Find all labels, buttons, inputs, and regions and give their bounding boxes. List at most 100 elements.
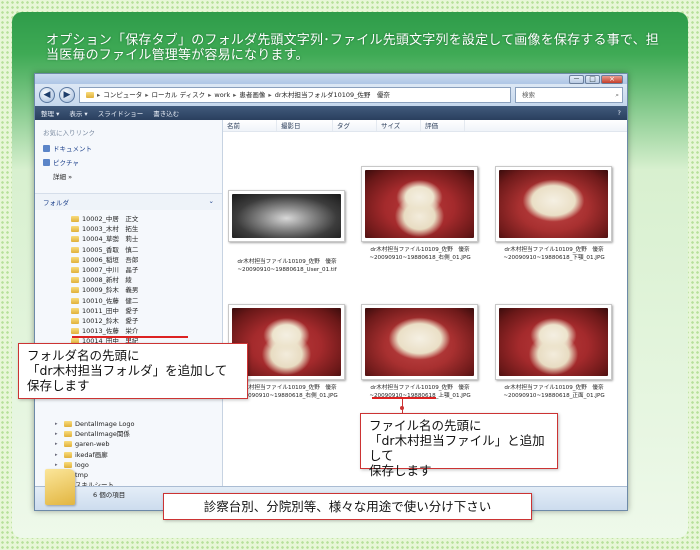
favorite-documents[interactable]: ドキュメント [35,141,222,155]
document-icon [43,144,50,152]
folder-icon [64,441,72,448]
dental-photo [499,308,608,376]
expand-arrow-icon[interactable]: ▸ [55,450,61,460]
folder-icon [71,236,79,243]
column-rating[interactable]: 評価 [421,120,465,131]
breadcrumb-current-folder[interactable]: dr木村担当フォルダ10109_佐野 優奈 [275,88,390,102]
dental-photo [232,308,341,376]
folder-icon [86,92,94,98]
breadcrumb-local-disk[interactable]: ローカル ディスク [152,88,206,102]
folder-icon [71,277,79,284]
favorites-title: お気に入りリンク [43,129,95,137]
folder-icon [64,461,72,468]
tree-folder-item[interactable]: 10010_佐藤 健二 [35,296,222,306]
slideshow-button[interactable]: スライドショー [98,108,144,118]
page-heading: オプション「保存タブ」のフォルダ先頭文字列･ファイル先頭文字列を設定して画像を保… [46,33,659,63]
maximize-button[interactable]: □ [585,75,600,84]
burn-button[interactable]: 書き込む [153,108,179,118]
breadcrumb-work[interactable]: work [214,88,230,102]
navigation-pane: お気に入りリンク ドキュメント ピクチャ 詳細 » フォルダ ⌄ 10002_中居… [35,120,223,486]
close-button[interactable]: × [601,75,623,84]
expand-arrow-icon[interactable]: ▸ [55,419,61,429]
column-date-taken[interactable]: 撮影日 [277,120,333,131]
file-thumbnail[interactable] [361,166,478,242]
folder-icon [71,297,79,304]
tree-folder-label: 10006_稲垣 吾郎 [82,255,139,264]
forward-arrow-icon[interactable]: ▶ [59,87,75,103]
tree-folder-label: DentalImage関係 [75,430,130,439]
breadcrumb-computer[interactable]: コンピュータ [103,88,142,102]
folder-icon [71,328,79,335]
column-headers: 名前 撮影日 タグ サイズ 評価 [223,120,627,132]
back-arrow-icon[interactable]: ◀ [39,87,55,103]
tree-folder-label: 10003_木村 拓生 [82,225,139,234]
column-size[interactable]: サイズ [377,120,421,131]
tree-folder-item[interactable]: 10003_木村 拓生 [35,224,222,234]
tree-folder-item[interactable]: 10009_鈴木 義男 [35,285,222,295]
tree-folder-item[interactable]: 10012_鈴木 愛子 [35,316,222,326]
tree-folder-item[interactable]: 10004_草彅 莉士 [35,234,222,244]
tree-folder-item[interactable]: 10011_田中 愛子 [35,306,222,316]
folder-icon [71,287,79,294]
file-name-label[interactable]: dr木村担当ファイル10109_佐野 優奈 ~20090910~19880618… [222,258,352,274]
tree-folder-item[interactable]: 10013_佐藤 栄介 [35,326,222,336]
file-thumbnail[interactable] [495,304,612,380]
tree-folder-item[interactable]: ▸ DentalImage関係 [35,429,222,439]
tree-folder-label: 10010_佐藤 健二 [82,296,139,305]
column-tags[interactable]: タグ [333,120,377,131]
file-prefix-callout: ファイル名の先頭に 「dr木村担当ファイル」と追加して 保存します [360,413,558,478]
file-name-label[interactable]: dr木村担当ファイル10109_佐野 優奈 ~20090910~19880618… [489,246,619,262]
tree-folder-item[interactable]: ▸ ikedaf画廊 [35,450,222,460]
expand-arrow-icon[interactable]: ▸ [55,439,61,449]
help-icon[interactable]: ? [618,109,621,117]
tree-folder-item[interactable]: 10006_稲垣 吾郎 [35,255,222,265]
item-count: 6 個の項目 [93,491,126,499]
breadcrumb-patient-images[interactable]: 患者画像 [239,88,265,102]
address-row: ◀ ▶ ▸ コンピュータ ▸ ローカル ディスク ▸ work ▸ 患者画像 ▸ dr木村… [35,84,627,106]
dental-photo [365,308,474,376]
title-bar: － □ × [35,74,627,84]
favorite-pictures[interactable]: ピクチャ [35,155,222,169]
tree-folder-item[interactable]: 10008_新村 綾 [35,275,222,285]
tree-folder-label: 10012_鈴木 愛子 [82,316,139,325]
tree-folder-item[interactable]: 10007_中川 晶子 [35,265,222,275]
folder-icon [71,307,79,314]
folders-header[interactable]: フォルダ ⌄ [35,193,222,210]
address-bar[interactable]: ▸ コンピュータ ▸ ローカル ディスク ▸ work ▸ 患者画像 ▸ dr木村担当フォ… [79,87,511,103]
tree-folder-label: 10005_香取 慎二 [82,245,139,254]
favorites-more-link[interactable]: 詳細 » [35,169,222,183]
search-placeholder: 検索 [522,91,535,99]
tree-folder-label: garen-web [75,440,110,449]
folder-icon [64,451,72,458]
folder-icon [71,256,79,263]
file-pointer-dot [400,406,404,410]
command-toolbar: 整理 ▾ 表示 ▾ スライドショー 書き込む ? [35,106,627,120]
chevron-down-icon: ⌄ [208,197,214,205]
expand-arrow-icon[interactable]: ▸ [55,429,61,439]
tree-folder-label: logo [75,460,89,469]
minimize-button[interactable]: － [569,75,584,84]
dental-photo [365,170,474,238]
tree-folder-label: 10013_佐藤 栄介 [82,327,139,336]
file-thumbnail[interactable] [361,304,478,380]
folder-icon [45,469,75,505]
usage-note-callout: 診察台別、分院別等、様々な用途で使い分け下さい [163,493,532,520]
file-thumbnail[interactable] [228,190,345,242]
tree-folder-item[interactable]: 10005_香取 慎二 [35,245,222,255]
organize-button[interactable]: 整理 ▾ [41,108,59,118]
view-button[interactable]: 表示 ▾ [69,108,87,118]
folder-icon [71,226,79,233]
tree-folder-item[interactable]: ▸ DentalImage Logo [35,419,222,429]
search-input[interactable]: 検索 ⌕ [515,87,623,103]
tree-folder-item[interactable]: 10002_中居 正文 [35,214,222,224]
column-name[interactable]: 名前 [223,120,277,131]
folder-icon [71,267,79,274]
tree-folder-label: ikedaf画廊 [75,450,108,459]
tree-folder-item[interactable]: ▸ garen-web [35,439,222,449]
search-icon[interactable]: ⌕ [615,88,619,102]
picture-icon [43,158,50,166]
file-name-label[interactable]: dr木村担当ファイル10109_佐野 優奈 ~20090910~19880618… [355,246,485,262]
folder-icon [71,246,79,253]
file-thumbnail[interactable] [495,166,612,242]
file-name-label[interactable]: dr木村担当ファイル10109_佐野 優奈 ~20090910~19880618… [489,384,619,400]
